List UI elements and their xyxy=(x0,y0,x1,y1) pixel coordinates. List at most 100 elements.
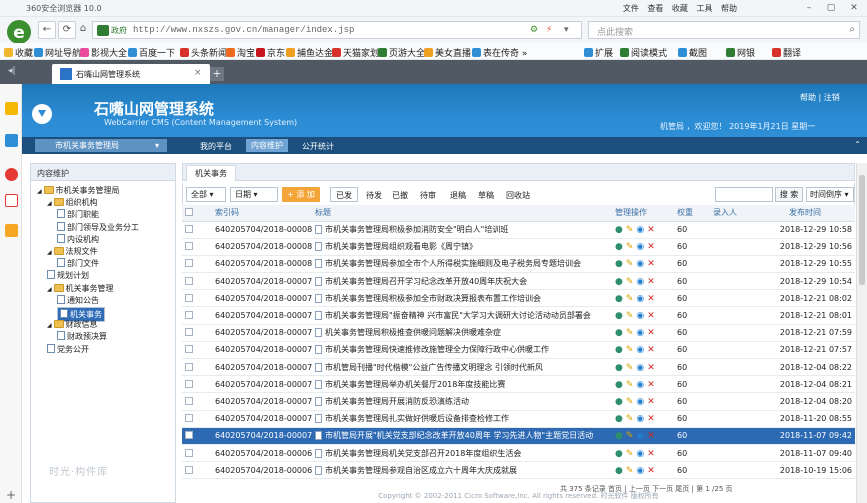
tree-node[interactable]: 党务公开 xyxy=(47,343,89,355)
tree-node[interactable]: 部门领导及业务分工 xyxy=(57,221,139,233)
delete-icon[interactable]: ✕ xyxy=(647,363,655,373)
weibo-icon[interactable] xyxy=(5,168,18,181)
notes-icon[interactable] xyxy=(5,224,18,237)
delete-icon[interactable]: ✕ xyxy=(647,311,655,321)
tab-sidebar-icon[interactable]: ◂| xyxy=(8,66,16,76)
people-icon[interactable]: ● xyxy=(615,397,623,407)
tree-node[interactable]: ◢ 财政信息 xyxy=(47,319,98,330)
back-button[interactable]: ← xyxy=(38,21,56,39)
row-title[interactable]: 市机关事务管理局参观自治区成立六十周年大庆成就展 xyxy=(325,466,517,475)
row-select-cell[interactable] xyxy=(182,392,212,411)
filter-review[interactable]: 待审 xyxy=(420,190,436,201)
tree-node[interactable]: 规划计划 xyxy=(47,270,89,281)
row-title-cell[interactable]: 市机关事务管理局开展消防反恐演练活动 xyxy=(312,392,612,411)
edit-pencil-icon[interactable]: ✎ xyxy=(626,380,634,390)
edit-pencil-icon[interactable]: ✎ xyxy=(626,466,634,476)
people-icon[interactable]: ● xyxy=(615,449,623,459)
edit-pencil-icon[interactable]: ✎ xyxy=(626,363,634,373)
row-title[interactable]: 市机管局开展"机关党支部纪念改革开放40周年 学习先进人物"主题党日活动 xyxy=(325,431,593,440)
row-title-cell[interactable]: 市机关事务管理局参观自治区成立六十周年大庆成就展 xyxy=(312,461,612,480)
row-select-cell[interactable] xyxy=(182,289,212,308)
browser-menu[interactable]: 文件 查看 收藏 工具 帮助 xyxy=(623,3,737,14)
edit-pencil-icon[interactable]: ✎ xyxy=(626,449,634,459)
row-select-cell[interactable] xyxy=(182,324,212,342)
row-select-cell[interactable] xyxy=(182,461,212,480)
table-row[interactable]: 640205704/2018-000077 市机关事务管理局"振奋精神 兴市富民"… xyxy=(182,306,855,325)
view-icon[interactable]: ◉ xyxy=(636,259,644,269)
view-icon[interactable]: ◉ xyxy=(636,466,644,476)
bookmark-games[interactable]: 页游大全 xyxy=(378,46,425,59)
row-title-cell[interactable]: 市机关事务管理局参加全市个人所得税实施细则及电子税务局专题培训会 xyxy=(312,255,612,274)
table-row[interactable]: 640205704/2018-000078 市机关事务管理局积极参加全市财政决算报… xyxy=(182,289,855,308)
expand-arrow-icon[interactable]: ◢ xyxy=(37,188,44,195)
people-icon[interactable]: ● xyxy=(615,225,623,235)
table-row[interactable]: 640205704/2018-000069 市机关事务管理局机关党支部召开2018… xyxy=(182,444,855,463)
row-checkbox[interactable] xyxy=(185,345,193,354)
table-row[interactable]: 640205704/2018-000081 市机关事务管理局组织观看电影《周宁镇》… xyxy=(182,238,855,256)
table-row[interactable]: 640205704/2018-000070 市机管局开展"机关党支部纪念改革开放4… xyxy=(182,427,855,445)
search-icon[interactable]: ⌕ xyxy=(849,24,855,35)
bookmark-favorites[interactable]: 收藏 xyxy=(4,46,33,59)
people-icon[interactable]: ● xyxy=(615,380,623,390)
bookmark-live[interactable]: 美女直播 xyxy=(424,46,471,59)
view-icon[interactable]: ◉ xyxy=(636,328,644,338)
tab-cms[interactable]: 石嘴山网管理系统 × xyxy=(52,64,210,84)
row-title[interactable]: 市机关事务管理局快速推修改施管理全力保障行政中心供暖工作 xyxy=(325,345,549,354)
home-icon[interactable]: ⌂ xyxy=(74,21,92,39)
collapse-icon[interactable]: ⌃ xyxy=(854,140,861,149)
edit-pencil-icon[interactable]: ✎ xyxy=(626,345,634,355)
org-select[interactable]: 市机关事务管理局 ▾ xyxy=(35,139,167,152)
delete-icon[interactable]: ✕ xyxy=(647,380,655,390)
bookmark-screenshot[interactable]: 截图 xyxy=(678,46,707,59)
tree-node[interactable]: 通知公告 xyxy=(57,294,99,306)
people-icon[interactable]: ● xyxy=(615,431,623,441)
view-icon[interactable]: ◉ xyxy=(636,431,644,441)
expand-arrow-icon[interactable]: ◢ xyxy=(47,200,54,207)
view-icon[interactable]: ◉ xyxy=(636,397,644,407)
delete-icon[interactable]: ✕ xyxy=(647,414,655,424)
filter-rejected[interactable]: 退稿 xyxy=(450,190,466,201)
bookmark-translate[interactable]: 翻译 xyxy=(772,46,801,59)
view-icon[interactable]: ◉ xyxy=(636,345,644,355)
view-icon[interactable]: ◉ xyxy=(636,311,644,321)
people-icon[interactable]: ● xyxy=(615,311,623,321)
scrollbar-thumb[interactable] xyxy=(859,175,865,285)
row-title-cell[interactable]: 市机管局刊播"时代楷模"公益广告传播文明理念 引领时代新风 xyxy=(312,358,612,377)
delete-icon[interactable]: ✕ xyxy=(647,466,655,476)
people-icon[interactable]: ● xyxy=(615,466,623,476)
nav-content[interactable]: 内容维护 xyxy=(246,139,288,152)
delete-icon[interactable]: ✕ xyxy=(647,328,655,338)
nav-my-platform[interactable]: 我的平台 xyxy=(200,141,232,152)
delete-icon[interactable]: ✕ xyxy=(647,431,655,441)
bookmark-news[interactable]: 头条新闻 xyxy=(180,46,227,59)
row-title-cell[interactable]: 市机关事务管理局积极参加消防安全"明白人"培训班 xyxy=(312,221,612,239)
delete-icon[interactable]: ✕ xyxy=(647,397,655,407)
people-icon[interactable]: ● xyxy=(615,328,623,338)
row-select-cell[interactable] xyxy=(182,221,212,239)
row-title-cell[interactable]: 市机关事务管理局机关党支部召开2018年度组织生活会 xyxy=(312,444,612,463)
filter-withdrawn[interactable]: 已撤 xyxy=(392,190,408,201)
url-text[interactable]: http://www.nxszs.gov.cn/manager/index.js… xyxy=(133,25,354,35)
delete-icon[interactable]: ✕ xyxy=(647,259,655,269)
people-icon[interactable]: ● xyxy=(615,294,623,304)
reading-list-icon[interactable] xyxy=(5,134,18,147)
row-title-cell[interactable]: 市机关事务管理局扎实做好供暖后设备排查检修工作 xyxy=(312,410,612,428)
filter-published[interactable]: 已发 xyxy=(330,187,358,202)
view-icon[interactable]: ◉ xyxy=(636,363,644,373)
row-title[interactable]: 市机关事务管理局积极参加全市财政决算报表布置工作培训会 xyxy=(325,294,541,303)
row-checkbox[interactable] xyxy=(185,448,193,457)
delete-icon[interactable]: ✕ xyxy=(647,277,655,287)
row-checkbox[interactable] xyxy=(185,242,193,251)
tree-node[interactable]: 部门职能 xyxy=(57,209,99,220)
edit-pencil-icon[interactable]: ✎ xyxy=(626,225,634,235)
table-row[interactable]: 640205704/2018-000079 市机关事务管理局召开学习纪念改革开放4… xyxy=(182,272,855,291)
view-icon[interactable]: ◉ xyxy=(636,277,644,287)
view-icon[interactable]: ◉ xyxy=(636,225,644,235)
row-checkbox[interactable] xyxy=(185,259,193,268)
edit-pencil-icon[interactable]: ✎ xyxy=(626,294,634,304)
view-icon[interactable]: ◉ xyxy=(636,449,644,459)
row-select-cell[interactable] xyxy=(182,255,212,274)
row-select-cell[interactable] xyxy=(182,272,212,291)
people-icon[interactable]: ● xyxy=(615,345,623,355)
filter-recycle[interactable]: 回收站 xyxy=(506,190,530,201)
